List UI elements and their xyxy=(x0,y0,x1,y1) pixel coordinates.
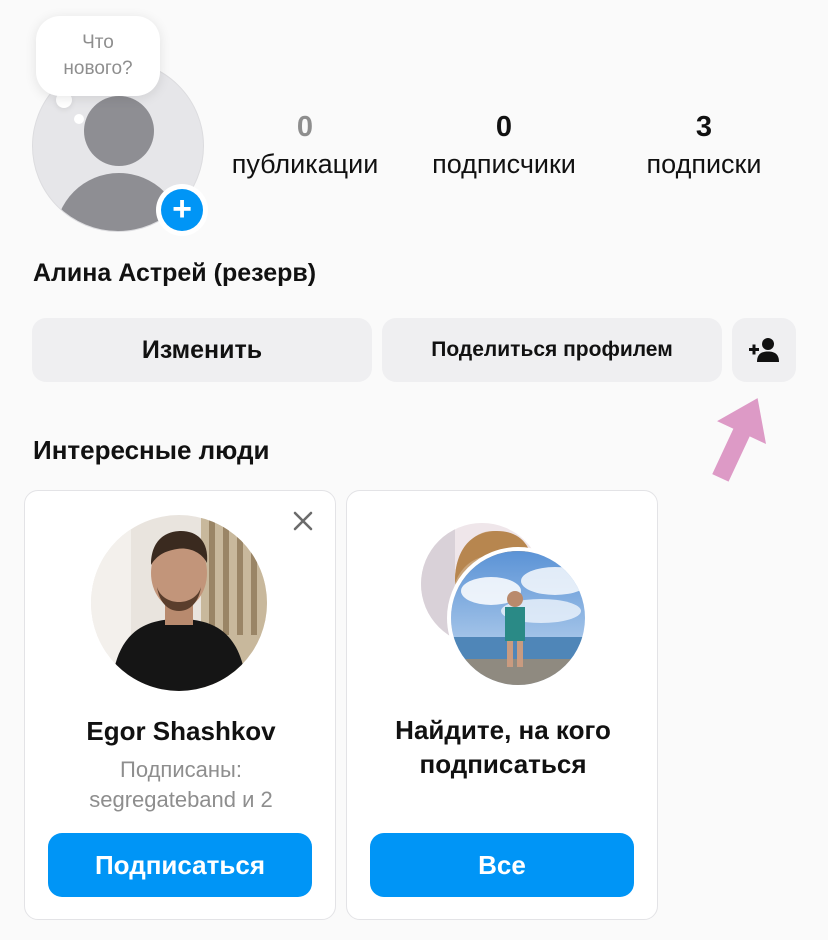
discover-title-line1: Найдите, на кого xyxy=(395,715,611,745)
person-plus-icon xyxy=(749,338,779,362)
following-stat[interactable]: 3 подписки xyxy=(636,108,772,182)
user-photo xyxy=(91,515,267,691)
posts-stat[interactable]: 0 публикации xyxy=(224,108,386,182)
followers-stat[interactable]: 0 подписчики xyxy=(420,108,588,182)
mutual-followers-line2: segregateband и 2 xyxy=(89,787,273,812)
user-photo xyxy=(451,551,585,685)
followers-label: подписчики xyxy=(432,149,576,179)
following-count: 3 xyxy=(695,111,713,143)
suggestions-title: Интересные люди xyxy=(33,435,270,465)
suggested-user-name[interactable]: Egor Shashkov xyxy=(25,713,337,749)
discover-people-button[interactable] xyxy=(732,318,796,382)
posts-count: 0 xyxy=(296,111,314,143)
mutual-followers-line1: Подписаны: xyxy=(120,757,242,782)
share-profile-button[interactable]: Поделиться профилем xyxy=(382,318,722,382)
discover-title-line2: подписаться xyxy=(419,749,587,779)
followers-count: 0 xyxy=(495,111,513,143)
avatar-placeholder-head xyxy=(84,96,154,166)
discover-photo-front xyxy=(447,547,589,689)
discover-card[interactable]: Найдите, на кого подписаться Все xyxy=(346,490,658,920)
plus-icon: + xyxy=(161,189,203,231)
suggestion-card[interactable]: Egor Shashkov Подписаны: segregateband и… xyxy=(24,490,336,920)
note-bubble[interactable]: Что нового? xyxy=(36,16,160,96)
profile-page: + Что нового? 0 публикации 0 подписчики … xyxy=(0,0,828,940)
mutual-followers-text: Подписаны: segregateband и 2 xyxy=(25,755,337,815)
add-story-button[interactable]: + xyxy=(156,184,208,236)
annotation-arrow-icon xyxy=(712,398,767,482)
see-all-button[interactable]: Все xyxy=(370,833,634,897)
suggested-user-avatar[interactable] xyxy=(91,515,267,691)
profile-name: Алина Астрей (резерв) xyxy=(33,259,317,287)
following-label: подписки xyxy=(646,149,762,179)
edit-profile-button[interactable]: Изменить xyxy=(32,318,372,382)
note-text-line1: Что xyxy=(82,32,114,53)
discover-people-title: Найдите, на кого подписаться xyxy=(367,713,639,781)
posts-label: публикации xyxy=(231,149,379,179)
note-bubble-tail-small xyxy=(74,114,84,124)
follow-button[interactable]: Подписаться xyxy=(48,833,312,897)
close-icon[interactable] xyxy=(291,509,315,533)
note-text-line2: нового? xyxy=(63,58,133,79)
